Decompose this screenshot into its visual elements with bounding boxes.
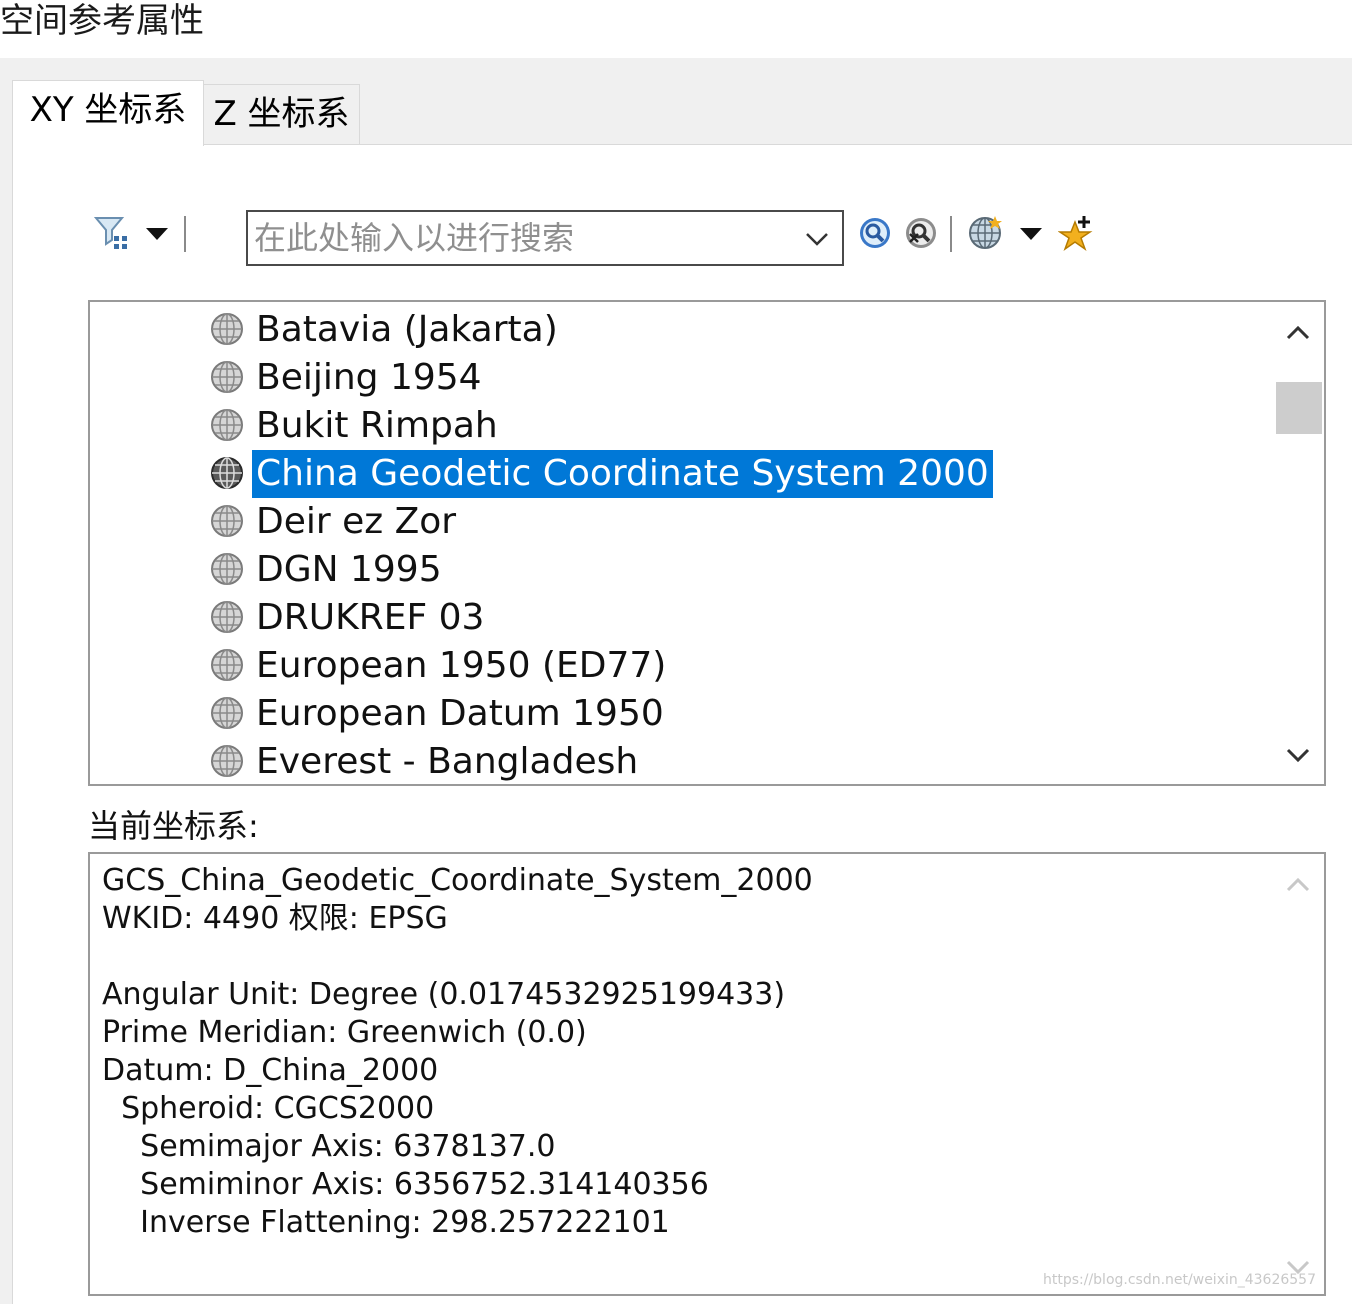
toolbar-separator — [950, 216, 952, 252]
list-item-label: Beijing 1954 — [256, 357, 482, 398]
list-item-label: Bukit Rimpah — [256, 405, 498, 446]
chevron-up-icon[interactable] — [1284, 872, 1312, 904]
search-input[interactable] — [248, 212, 788, 264]
detail-line: Semimajor Axis: 6378137.0 — [102, 1129, 556, 1164]
chevron-up-icon[interactable] — [1284, 320, 1312, 352]
detail-line: WKID: 4490 权限: EPSG — [102, 901, 448, 936]
list-item-label: China Geodetic Coordinate System 2000 — [252, 450, 993, 498]
detail-line: Inverse Flattening: 298.257222101 — [102, 1205, 670, 1240]
chevron-down-icon[interactable] — [1284, 740, 1312, 772]
globe-icon — [210, 696, 244, 734]
list-item-label: Everest - Bangladesh — [256, 741, 639, 782]
globe-icon — [210, 504, 244, 542]
current-coordinate-system-label: 当前坐标系: — [88, 807, 259, 845]
globe-icon — [210, 360, 244, 398]
list-item-label: Batavia (Jakarta) — [256, 309, 558, 350]
detail-line: Prime Meridian: Greenwich (0.0) — [102, 1015, 587, 1050]
detail-line: GCS_China_Geodetic_Coordinate_System_200… — [102, 863, 813, 898]
globe-icon[interactable] — [968, 214, 1004, 254]
detail-line: Spheroid: CGCS2000 — [102, 1091, 435, 1126]
clear-search-icon[interactable] — [904, 216, 938, 254]
search-icon[interactable] — [858, 216, 892, 254]
list-item-label: European Datum 1950 — [256, 693, 664, 734]
list-item-label: European 1950 (ED77) — [256, 645, 667, 686]
window-title: 空间参考属性 — [0, 1, 204, 41]
detail-line: Datum: D_China_2000 — [102, 1053, 439, 1088]
chevron-down-icon[interactable] — [802, 224, 832, 258]
globe-icon — [210, 312, 244, 350]
globe-icon — [210, 552, 244, 590]
current-coordinate-system-details[interactable]: GCS_China_Geodetic_Coordinate_System_200… — [88, 852, 1326, 1296]
globe-icon — [210, 744, 244, 782]
filter-icon[interactable] — [93, 214, 132, 256]
detail-line: Semiminor Axis: 6356752.314140356 — [102, 1167, 709, 1202]
search-combobox[interactable] — [246, 210, 844, 266]
list-scrollbar[interactable] — [1272, 302, 1324, 784]
tab-xy-coordinate-system[interactable]: XY 坐标系 — [12, 80, 204, 146]
add-favorite-icon[interactable] — [1057, 214, 1094, 256]
details-scrollbar[interactable] — [1272, 854, 1324, 1294]
globe-icon — [210, 600, 244, 638]
globe-icon — [210, 408, 244, 446]
detail-line: Angular Unit: Degree (0.0174532925199433… — [102, 977, 786, 1012]
dropdown-arrow-icon[interactable] — [144, 226, 170, 246]
toolbar-separator — [184, 216, 186, 252]
globe-icon — [210, 456, 244, 494]
dropdown-arrow-icon[interactable] — [1018, 226, 1044, 246]
list-item-label: DGN 1995 — [256, 549, 442, 590]
watermark: https://blog.csdn.net/weixin_43626557 — [1042, 1272, 1316, 1288]
list-item-label: DRUKREF 03 — [256, 597, 485, 638]
tab-z-coordinate-system[interactable]: Z 坐标系 — [204, 84, 360, 144]
coordinate-system-list[interactable]: Batavia (Jakarta) Beijing 1954 Bukit Rim… — [88, 300, 1326, 786]
list-item-label: Deir ez Zor — [256, 501, 457, 542]
scroll-thumb[interactable] — [1276, 382, 1322, 434]
globe-icon — [210, 648, 244, 686]
